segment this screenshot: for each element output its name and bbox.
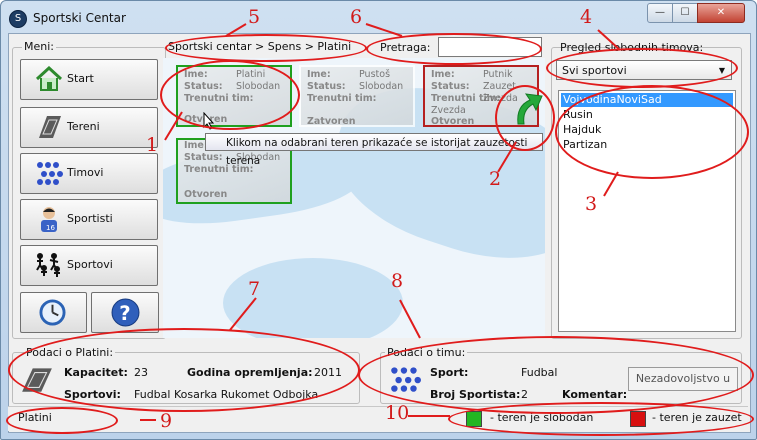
annotation-number: 4 [580,6,593,28]
annotation-number: 10 [385,402,410,424]
annotation-leader-lines [140,23,621,421]
annotation-number: 5 [248,6,261,28]
annotation-number: 6 [350,6,363,28]
annotation-number: 3 [585,193,598,215]
annotation-number: 7 [248,278,261,300]
annotation-number: 8 [391,270,404,292]
annotation-number: 9 [160,410,173,432]
annotation-number: 2 [489,168,502,190]
annotation-number: 1 [146,134,159,156]
